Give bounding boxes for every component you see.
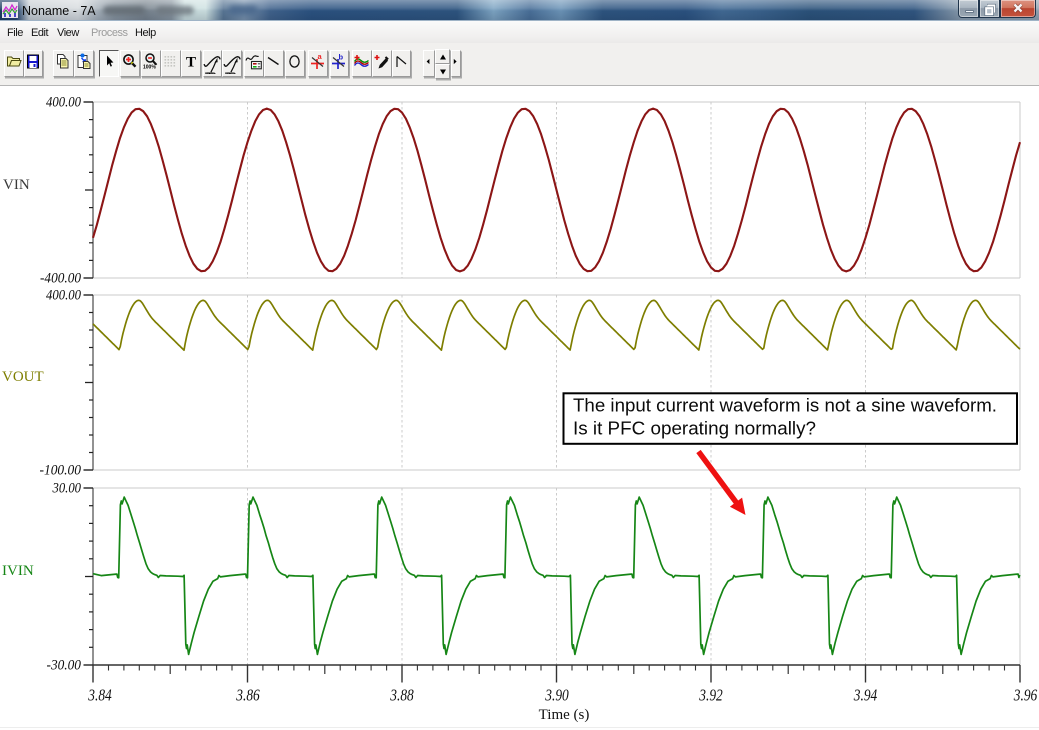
svg-text:VIN: VIN: [3, 177, 30, 193]
svg-text:VOUT: VOUT: [2, 369, 44, 385]
svg-text:3.90: 3.90: [544, 686, 569, 705]
svg-text:Is it PFC operating normally?: Is it PFC operating normally?: [573, 418, 816, 439]
svg-text:-400.00: -400.00: [40, 271, 82, 287]
svg-text:400.00: 400.00: [46, 95, 82, 111]
svg-text:The input current waveform is: The input current waveform is not a sine…: [573, 395, 997, 416]
svg-text:-30.00: -30.00: [47, 658, 82, 674]
svg-text:3.88: 3.88: [389, 686, 414, 705]
svg-text:3.84: 3.84: [87, 686, 111, 705]
svg-text:3.94: 3.94: [853, 686, 877, 705]
svg-text:30.00: 30.00: [52, 481, 82, 497]
svg-text:Time (s): Time (s): [539, 707, 590, 723]
svg-text:-100.00: -100.00: [40, 463, 82, 479]
svg-text:3.86: 3.86: [235, 686, 260, 705]
svg-text:400.00: 400.00: [46, 288, 82, 304]
svg-text:3.96: 3.96: [1013, 686, 1038, 705]
svg-text:IVIN: IVIN: [2, 563, 34, 579]
svg-text:3.92: 3.92: [698, 686, 722, 705]
